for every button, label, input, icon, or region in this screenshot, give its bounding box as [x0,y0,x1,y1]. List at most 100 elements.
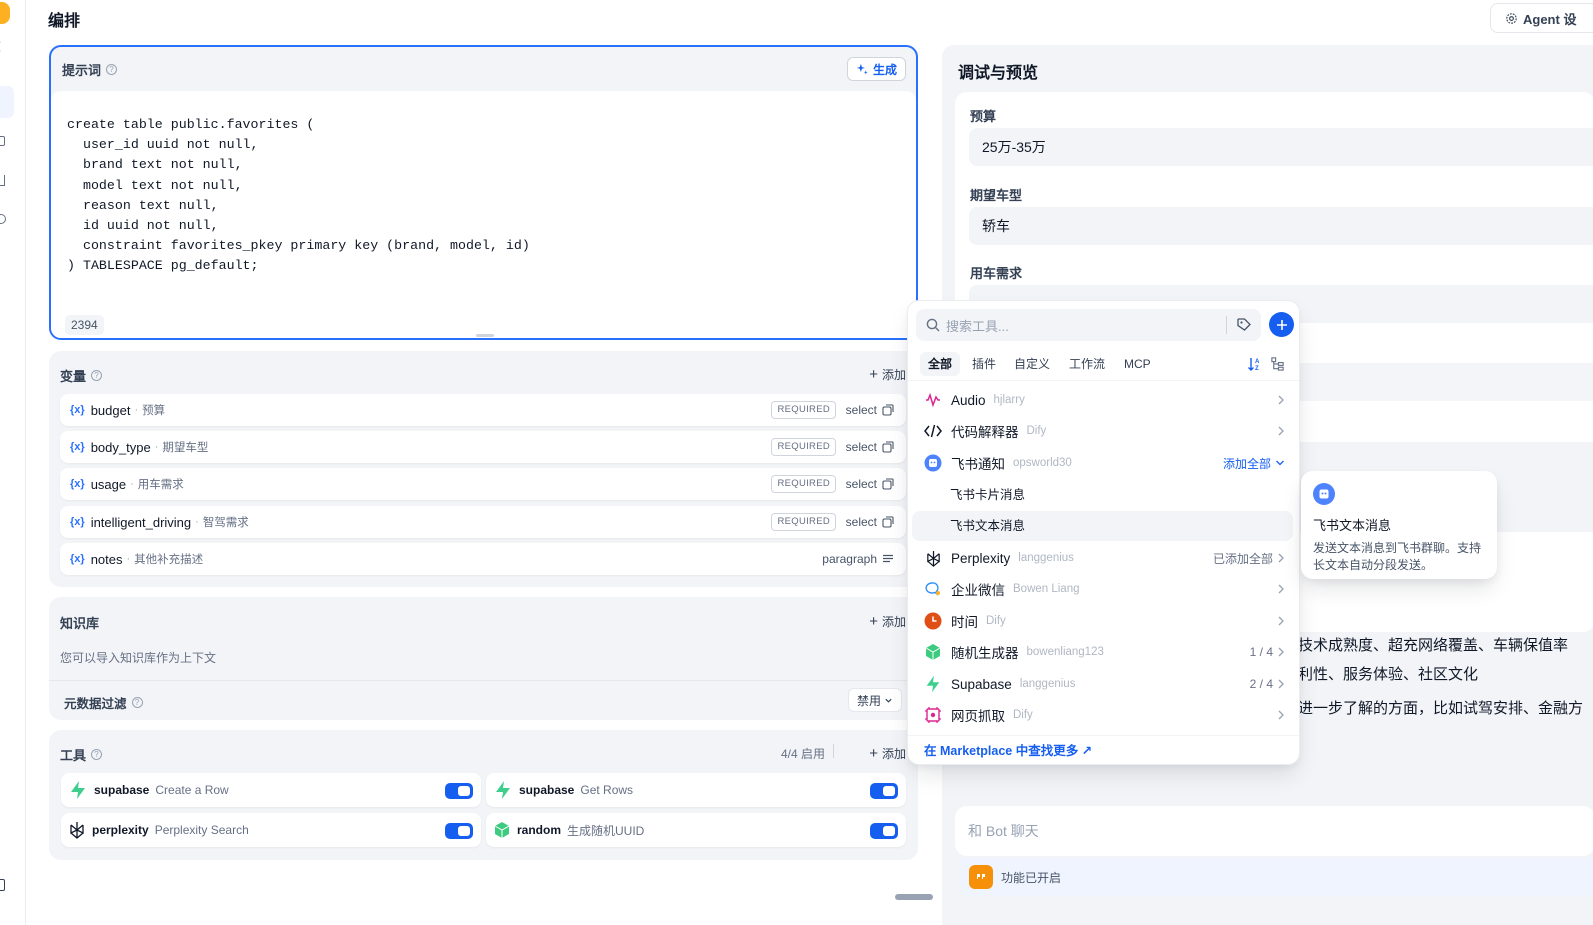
variable-label: 用车需求 [137,479,184,491]
panel-resize-handle[interactable] [895,894,933,900]
generate-label: 生成 [872,62,897,77]
variables-title: 变量 [60,369,87,384]
tab-all[interactable]: 全部 [920,352,961,376]
tool-row[interactable]: random 生成随机UUID [486,813,906,847]
chat-input[interactable]: 和 Bot 聊天 [955,806,1593,856]
feature-status-bar[interactable]: 功能已开启 [959,858,1593,896]
tool-provider-name: Audio [951,392,986,408]
add-knowledge-button[interactable]: + 添加 [869,613,906,630]
added-count: 2 / 4 [1249,677,1273,691]
tool-provider-author: langgenius [1019,678,1076,690]
add-variable-button[interactable]: + 添加 [869,366,906,383]
tool-provider-author: Dify [1013,709,1033,721]
tool-row[interactable]: supabase Create a Row [61,773,481,807]
variable-type: select [846,403,894,417]
nav-monitor-icon[interactable] [0,214,6,224]
tool-row[interactable]: supabase Get Rows [486,773,906,807]
variable-row[interactable]: {x} body_type · 期望车型 REQUIRED select [60,431,906,463]
tool-provider-name: 网页抓取 [951,709,1005,724]
tab-mcp[interactable]: MCP [1116,352,1159,376]
collapse-sidebar-icon[interactable] [0,879,5,891]
tool-provider-time[interactable]: 时间 Dify [912,606,1293,636]
nav-orchestrate-icon[interactable] [0,86,14,118]
gear-icon [1506,12,1517,24]
clock-icon [924,612,942,630]
added-count: 1 / 4 [1249,645,1273,659]
tool-toggle[interactable] [870,823,898,839]
chevron-right-icon [1278,426,1284,436]
added-all-label: 已添加全部 [1212,551,1273,566]
plus-icon: + [869,612,878,630]
create-tool-button[interactable] [1269,312,1294,337]
resize-handle[interactable] [476,334,494,337]
tool-toggle[interactable] [870,783,898,799]
metadata-filter-select[interactable]: 禁用 [847,688,902,712]
variable-icon: {x} [70,441,85,453]
tool-provider-name: 企业微信 [951,583,1005,598]
tab-workflow[interactable]: 工作流 [1061,352,1113,376]
tool-provider: supabase [94,783,150,797]
add-tool-label: 添加 [881,747,906,761]
prompt-textarea[interactable]: create table public.favorites ( user_id … [51,91,916,338]
marketplace-link[interactable]: 在 Marketplace 中查找更多 ↗ [908,735,1299,765]
chevron-right-icon [1278,395,1284,405]
tool-provider-audio[interactable]: Audio hjlarry [912,385,1293,415]
knowledge-hint: 您可以导入知识库作为上下文 [60,651,217,665]
required-badge: REQUIRED [771,401,836,419]
divider [833,744,834,758]
tree-view-icon[interactable] [1270,356,1285,371]
generate-prompt-button[interactable]: 生成 [846,57,906,81]
budget-select[interactable]: 25万-35万 [969,128,1593,166]
tool-provider-name: 飞书通知 [951,457,1005,472]
metadata-filter-label: 元数据过滤 [64,697,127,711]
help-icon[interactable]: ? [91,749,103,760]
webscraper-icon [925,707,941,723]
add-all-button[interactable]: 添加全部 [1223,455,1285,472]
app-avatar-icon[interactable] [0,2,10,24]
tool-provider-code[interactable]: 代码解释器 Dify [912,416,1293,446]
tool-provider-supabase[interactable]: Supabase langgenius 2 / 4 [912,669,1293,699]
tool-item-feishu-card[interactable]: 飞书卡片消息 [912,480,1293,510]
tool-row[interactable]: perplexity Perplexity Search [61,813,481,847]
tools-enabled-count: 4/4 启用 [780,747,825,761]
help-icon[interactable]: ? [131,697,143,708]
variable-row[interactable]: {x} usage · 用车需求 REQUIRED select [60,468,906,500]
tool-provider-wecom[interactable]: 企业微信 Bowen Liang [912,574,1293,604]
tool-provider-random[interactable]: 随机生成器 bowenliang123 1 / 4 [912,637,1293,667]
tool-action: Get Rows [580,783,634,797]
required-badge: REQUIRED [771,475,836,493]
help-icon[interactable]: ? [91,370,103,381]
perplexity-icon [70,822,84,839]
tool-item-feishu-text[interactable]: 飞书文本消息 [912,511,1293,541]
tooltip-description: 发送文本消息到飞书群聊。支持长文本自动分段发送。 [1313,541,1482,572]
agent-settings-button[interactable]: Agent 设 [1490,3,1593,33]
tool-provider-webscraper[interactable]: 网页抓取 Dify [912,700,1293,730]
nav-logs-icon[interactable] [0,175,5,186]
add-tool-button[interactable]: + 添加 [869,745,906,762]
variable-row[interactable]: {x} budget · 预算 REQUIRED select [60,394,906,426]
chevron-right-icon [1278,584,1284,594]
tool-toggle[interactable] [445,823,473,839]
field-label: 用车需求 [970,266,1023,281]
tool-provider-perplexity[interactable]: Perplexity langgenius 已添加全部 [912,543,1293,573]
variable-row[interactable]: {x} intelligent_driving · 智驾需求 REQUIRED … [60,506,906,538]
prompt-text[interactable]: create table public.favorites ( user_id … [67,115,530,277]
tool-search-field[interactable]: 搜索工具... [916,309,1261,341]
svg-text:Z: Z [1255,366,1259,372]
sort-icon[interactable]: AZ [1247,356,1263,372]
separator-dot: · [154,441,159,453]
variable-row[interactable]: {x} notes · 其他补充描述 paragraph [60,543,906,575]
tool-provider-name: 随机生成器 [951,646,1019,661]
tool-provider-feishu[interactable]: 飞书通知 opsworld30 添加全部 [912,448,1293,478]
knowledge-card: 知识库 + 添加 您可以导入知识库作为上下文 元数据过滤 ? 禁用 [49,597,918,720]
tag-filter-icon[interactable] [1236,317,1252,333]
tool-toggle[interactable] [445,783,473,799]
nav-api-icon[interactable] [0,136,5,146]
body-type-select[interactable]: 轿车 [969,207,1593,245]
tab-plugins[interactable]: 插件 [964,352,1004,376]
select-type-icon [882,404,894,416]
variable-label: 期望车型 [162,442,209,454]
chevron-icon[interactable]: ⟨ [0,40,9,52]
help-icon[interactable]: ? [106,63,118,75]
tab-custom[interactable]: 自定义 [1006,352,1058,376]
